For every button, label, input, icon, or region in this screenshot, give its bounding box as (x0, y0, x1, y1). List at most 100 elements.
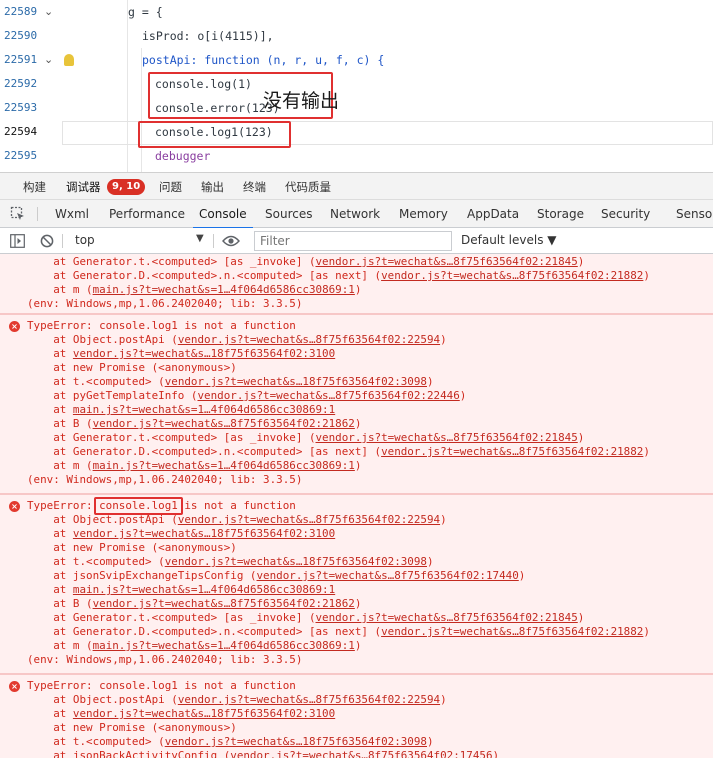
log-levels-dropdown[interactable]: Default levels ▼ (461, 233, 557, 247)
dropdown-arrow-icon[interactable]: ▼ (196, 233, 204, 244)
code-text: postApi: function (n, r, u, f, c) { (142, 53, 385, 67)
code-line: 22595 debugger (0, 144, 713, 168)
line-number: 22589 (4, 5, 38, 18)
code-line: 22593 console.error(123) (0, 96, 713, 120)
tab-security[interactable]: Security (601, 200, 650, 228)
line-number: 22594 (4, 125, 38, 138)
source-link[interactable]: vendor.js?t=wechat&s…8f75f63564f02:21862 (93, 417, 355, 430)
fold-chevron-icon[interactable]: ⌄ (44, 0, 53, 24)
stack-frame: at Generator.D.<computed>.n.<computed> [… (27, 625, 650, 638)
error-icon: × (9, 321, 20, 332)
source-link[interactable]: vendor.js?t=wechat&s…8f75f63564f02:22594 (178, 333, 440, 346)
tab-build[interactable]: 构建 (23, 173, 46, 201)
source-link[interactable]: vendor.js?t=wechat&s…8f75f63564f02:22594 (178, 693, 440, 706)
tab-network[interactable]: Network (330, 200, 380, 228)
stack-frame: (env: Windows,mp,1.06.2402040; lib: 3.3.… (27, 297, 303, 310)
source-link[interactable]: vendor.js?t=wechat&s…8f75f63564f02:21845 (316, 255, 578, 268)
clear-console-icon[interactable] (40, 234, 54, 251)
source-link[interactable]: vendor.js?t=wechat&s…18f75f63564f02:3098 (165, 375, 427, 388)
tab-wxml[interactable]: Wxml (55, 200, 89, 228)
code-editor[interactable]: 22589 ⌄ g = { 22590 isProd: o[i(4115)], … (0, 0, 713, 172)
source-link[interactable]: vendor.js?t=wechat&s…8f75f63564f02:21845 (316, 611, 578, 624)
tab-output[interactable]: 输出 (201, 173, 224, 201)
tab-storage[interactable]: Storage (537, 200, 584, 228)
error-count-badge: 9, 10 (107, 179, 146, 195)
code-line: 22590 isProd: o[i(4115)], (0, 24, 713, 48)
source-link[interactable]: vendor.js?t=wechat&s…8f75f63564f02:21862 (93, 597, 355, 610)
code-line: 22592 console.log(1) (0, 72, 713, 96)
error-icon: × (9, 501, 20, 512)
source-link[interactable]: vendor.js?t=wechat&s…8f75f63564f02:21882 (381, 625, 643, 638)
stack-frame: (env: Windows,mp,1.06.2402040; lib: 3.3.… (27, 473, 303, 486)
code-text: g = { (128, 5, 163, 19)
stack-frame: at Object.postApi (vendor.js?t=wechat&s…… (27, 333, 447, 346)
source-link[interactable]: main.js?t=wechat&s=1…4f064d6586cc30869:1 (93, 459, 355, 472)
code-line: 22594 console.log1(123) (0, 120, 713, 144)
code-line: 22591 ⌄ postApi: function (n, r, u, f, c… (0, 48, 713, 72)
stack-frame: at B (vendor.js?t=wechat&s…8f75f63564f02… (27, 417, 362, 430)
stack-frame: at Object.postApi (vendor.js?t=wechat&s…… (27, 513, 447, 526)
tab-performance[interactable]: Performance (109, 200, 185, 228)
source-link[interactable]: vendor.js?t=wechat&s…18f75f63564f02:3098 (165, 555, 427, 568)
console-error-message: × TypeError: console.log1 is not a functi… (0, 494, 713, 674)
panel-tabbar: 构建 调试器 9, 10 问题 输出 终端 代码质量 (0, 172, 713, 202)
error-icon: × (9, 681, 20, 692)
source-link[interactable]: main.js?t=wechat&s=1…4f064d6586cc30869:1 (93, 639, 355, 652)
eye-icon[interactable] (222, 235, 240, 250)
code-line: 22589 ⌄ g = { (0, 0, 713, 24)
console-error-message: at Generator.t.<computed> [as _invoke] (… (0, 254, 713, 314)
source-link[interactable]: vendor.js?t=wechat&s…8f75f63564f02:17456 (230, 749, 492, 758)
stack-frame: at m (main.js?t=wechat&s=1…4f064d6586cc3… (27, 283, 362, 296)
stack-frame: at m (main.js?t=wechat&s=1…4f064d6586cc3… (27, 639, 362, 652)
stack-frame: (env: Windows,mp,1.06.2402040; lib: 3.3.… (27, 653, 303, 666)
source-link[interactable]: vendor.js?t=wechat&s…8f75f63564f02:22446 (197, 389, 459, 402)
context-selector[interactable]: top (75, 233, 95, 247)
tab-memory[interactable]: Memory (399, 200, 448, 228)
tab-code-quality[interactable]: 代码质量 (285, 173, 331, 201)
stack-frame: at t.<computed> (vendor.js?t=wechat&s…18… (27, 555, 434, 568)
stack-frame: at Generator.t.<computed> [as _invoke] (… (27, 255, 585, 268)
lightbulb-icon[interactable] (64, 54, 74, 66)
stack-frame: at Generator.D.<computed>.n.<computed> [… (27, 269, 650, 282)
tab-console[interactable]: Console (193, 200, 253, 229)
source-link[interactable]: vendor.js?t=wechat&s…8f75f63564f02:22594 (178, 513, 440, 526)
filter-input[interactable] (254, 231, 452, 251)
source-link[interactable]: main.js?t=wechat&s=1…4f064d6586cc30869:1 (73, 403, 335, 416)
source-link[interactable]: vendor.js?t=wechat&s…18f75f63564f02:3100 (73, 347, 335, 360)
source-link[interactable]: vendor.js?t=wechat&s…8f75f63564f02:17440 (257, 569, 519, 582)
source-link[interactable]: vendor.js?t=wechat&s…18f75f63564f02:3098 (165, 735, 427, 748)
source-link[interactable]: main.js?t=wechat&s=1…4f064d6586cc30869:1 (73, 583, 335, 596)
tab-debugger[interactable]: 调试器 (66, 173, 101, 202)
line-number: 22595 (4, 149, 38, 162)
stack-frame: at Generator.t.<computed> [as _invoke] (… (27, 611, 585, 624)
annotation-box (138, 121, 291, 148)
fold-chevron-icon[interactable]: ⌄ (44, 48, 53, 72)
code-text: isProd: o[i(4115)], (142, 29, 274, 43)
tab-sources[interactable]: Sources (265, 200, 312, 228)
inspect-element-icon[interactable] (10, 206, 26, 222)
line-number: 22592 (4, 77, 38, 90)
tab-problems[interactable]: 问题 (159, 173, 182, 201)
source-link[interactable]: vendor.js?t=wechat&s…8f75f63564f02:21845 (316, 431, 578, 444)
sidebar-toggle-icon[interactable] (10, 234, 25, 251)
stack-frame: at vendor.js?t=wechat&s…18f75f63564f02:3… (27, 527, 336, 540)
line-number: 22591 (4, 53, 38, 66)
source-link[interactable]: main.js?t=wechat&s=1…4f064d6586cc30869:1 (93, 283, 355, 296)
console-error-message: × TypeError: console.log1 is not a functi… (0, 674, 713, 758)
stack-frame: at vendor.js?t=wechat&s…18f75f63564f02:3… (27, 707, 336, 720)
console-output[interactable]: at Generator.t.<computed> [as _invoke] (… (0, 254, 713, 758)
devtools-tabbar: Wxml Performance Console Sources Network… (0, 200, 713, 229)
tab-sensor[interactable]: Sensor (676, 200, 713, 228)
tab-appdata[interactable]: AppData (467, 200, 519, 228)
error-message-text: TypeError: console.log1 is not a functio… (27, 319, 296, 332)
source-link[interactable]: vendor.js?t=wechat&s…18f75f63564f02:3100 (73, 707, 335, 720)
source-link[interactable]: vendor.js?t=wechat&s…8f75f63564f02:21882 (381, 445, 643, 458)
stack-frame: at t.<computed> (vendor.js?t=wechat&s…18… (27, 375, 434, 388)
tab-terminal[interactable]: 终端 (243, 173, 266, 201)
stack-frame: at vendor.js?t=wechat&s…18f75f63564f02:3… (27, 347, 336, 360)
source-link[interactable]: vendor.js?t=wechat&s…18f75f63564f02:3100 (73, 527, 335, 540)
stack-frame: at main.js?t=wechat&s=1…4f064d6586cc3086… (27, 403, 336, 416)
source-link[interactable]: vendor.js?t=wechat&s…8f75f63564f02:21882 (381, 269, 643, 282)
stack-frame: at t.<computed> (vendor.js?t=wechat&s…18… (27, 735, 434, 748)
stack-frame: at Generator.D.<computed>.n.<computed> [… (27, 445, 650, 458)
